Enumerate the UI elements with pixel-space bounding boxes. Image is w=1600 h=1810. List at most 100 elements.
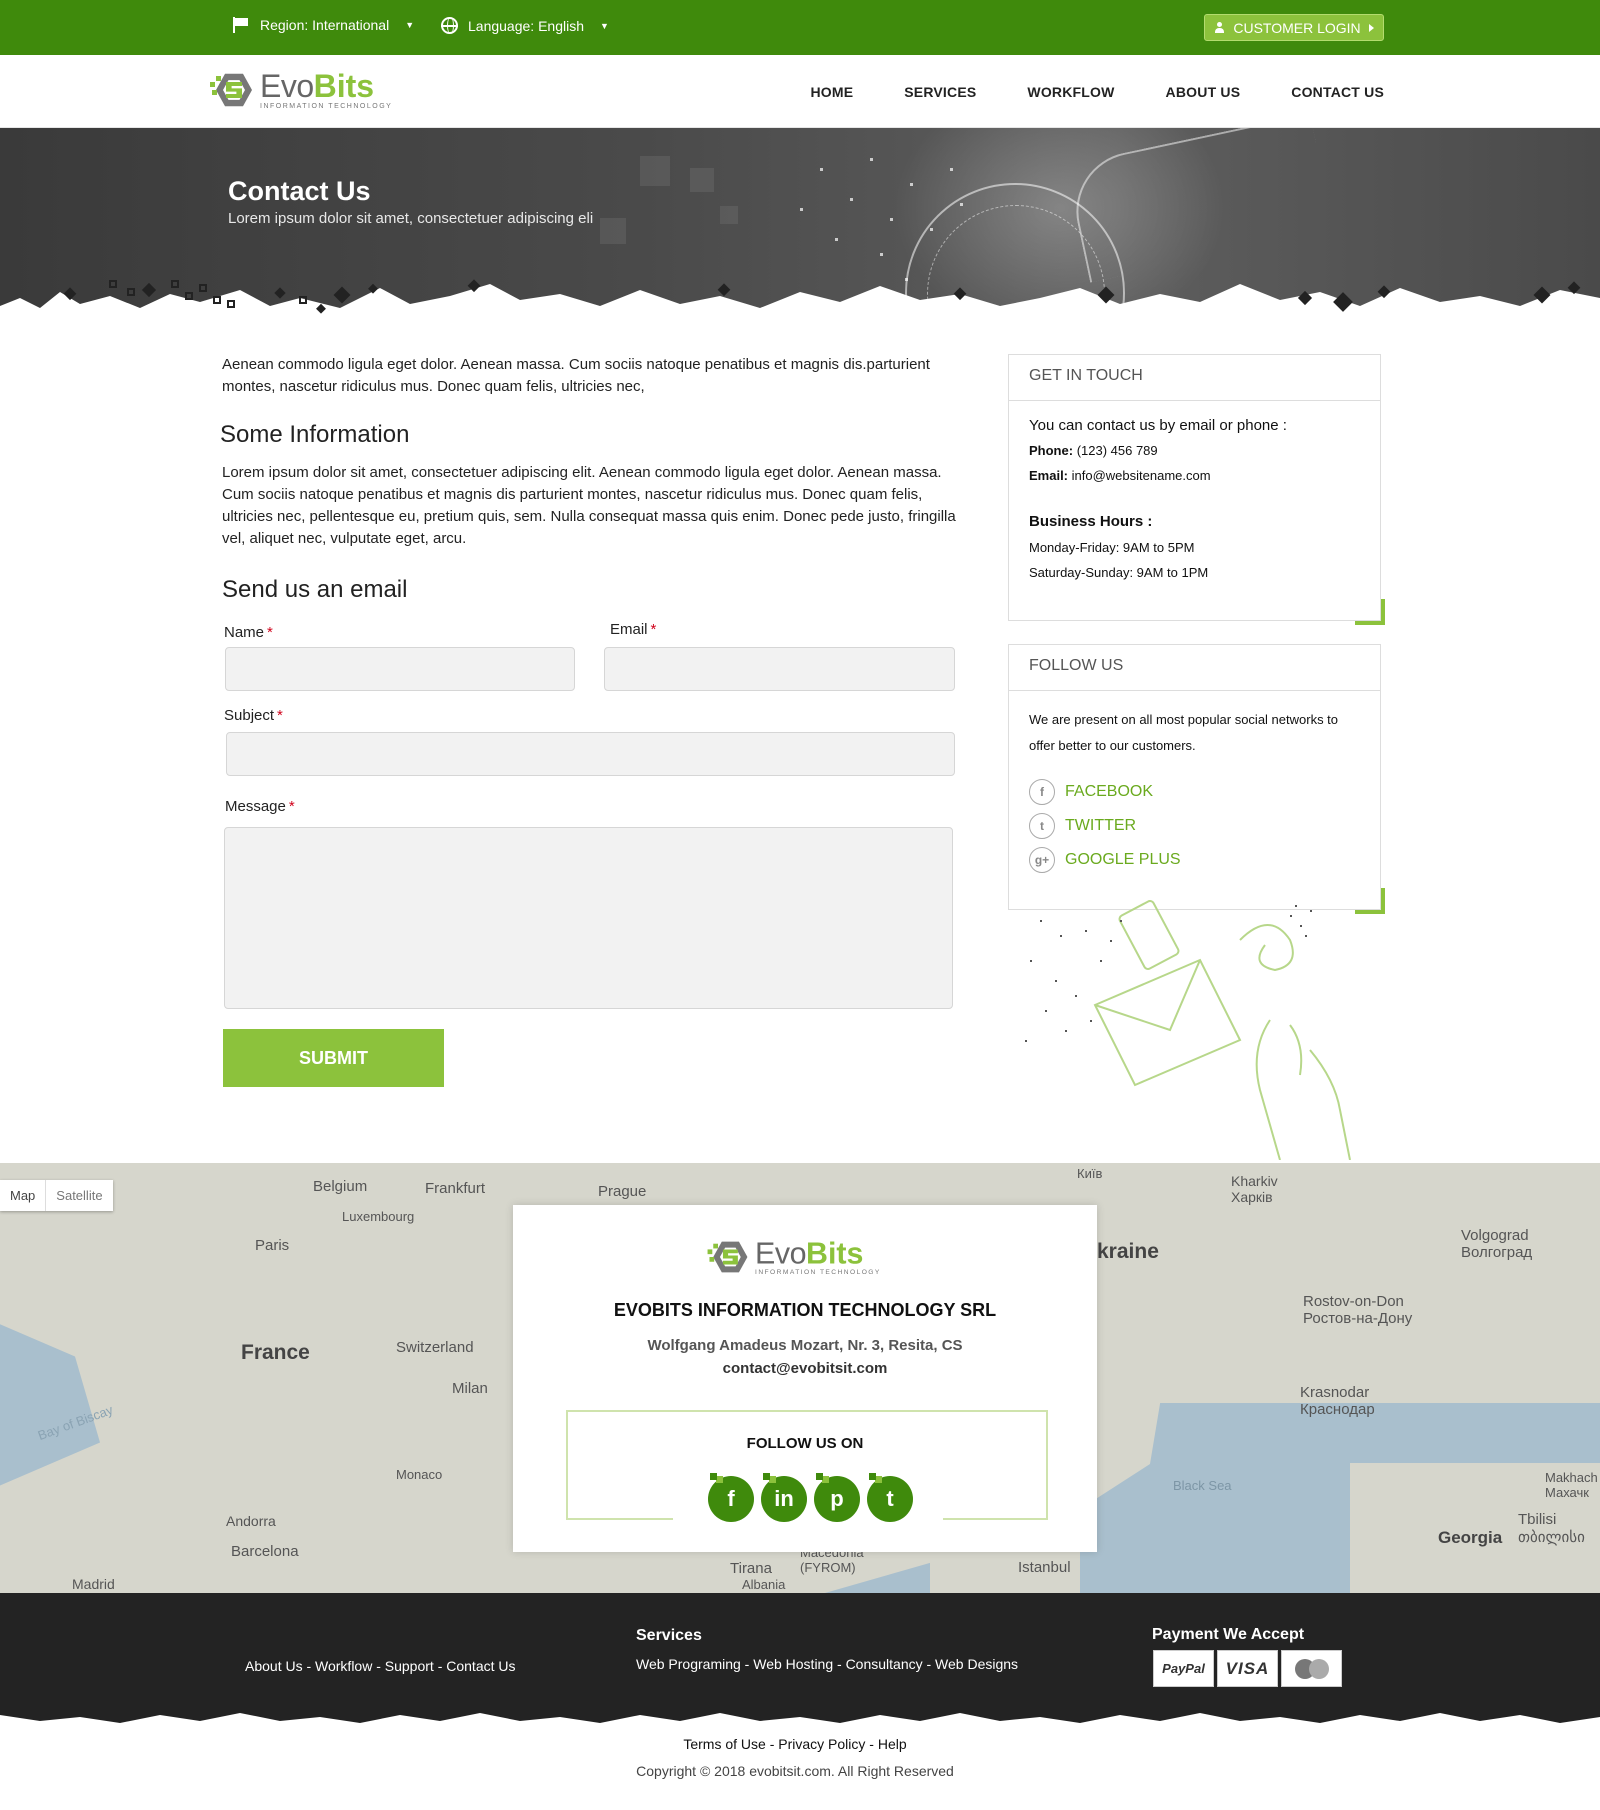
map-label: Luxembourg bbox=[342, 1209, 415, 1224]
map-label: Madrid bbox=[72, 1576, 115, 1592]
globe-icon bbox=[441, 17, 458, 34]
map-label: kraine bbox=[1097, 1240, 1159, 1263]
nav-services[interactable]: SERVICES bbox=[904, 84, 976, 100]
map-label: Milan bbox=[452, 1380, 488, 1397]
name-input[interactable] bbox=[225, 647, 575, 691]
mastercard-logo bbox=[1281, 1650, 1342, 1687]
contact-intro: You can contact us by email or phone : bbox=[1029, 417, 1287, 434]
map-label: Київ bbox=[1077, 1166, 1103, 1181]
logo-tagline: INFORMATION TECHNOLOGY bbox=[260, 103, 393, 110]
footer-pixel-edge bbox=[0, 1709, 1600, 1723]
logo-mark-icon bbox=[707, 1236, 752, 1278]
message-label: Message * bbox=[225, 798, 295, 815]
footer-links[interactable]: About Us - Workflow - Support - Contact … bbox=[245, 1658, 516, 1674]
facebook-icon: f bbox=[1029, 779, 1055, 805]
message-textarea[interactable] bbox=[224, 827, 953, 1009]
social-link-google-plus[interactable]: g+ GOOGLE PLUS bbox=[1029, 847, 1360, 873]
paypal-logo: PayPal bbox=[1153, 1650, 1214, 1687]
footer-services-links[interactable]: Web Programing - Web Hosting - Consultan… bbox=[636, 1656, 1018, 1672]
page-title: Contact Us bbox=[228, 176, 371, 206]
panel-corner-accent bbox=[1355, 599, 1385, 625]
facebook-icon[interactable]: f bbox=[708, 1473, 754, 1522]
company-name: EVOBITS INFORMATION TECHNOLOGY SRL bbox=[613, 1300, 997, 1320]
social-link-facebook[interactable]: f FACEBOOK bbox=[1029, 779, 1360, 805]
map-label: Istanbul bbox=[1018, 1559, 1071, 1576]
map-label: Frankfurt bbox=[425, 1180, 486, 1197]
map-label: Barcelona bbox=[231, 1543, 299, 1560]
map-label: Kharkiv Харків bbox=[1231, 1173, 1278, 1205]
flag-icon bbox=[232, 17, 250, 33]
name-label: Name * bbox=[224, 624, 273, 641]
logo-word-bits: Bits bbox=[313, 68, 375, 104]
nav-home[interactable]: HOME bbox=[810, 84, 853, 100]
map-label: Andorra bbox=[226, 1513, 276, 1529]
hours-weekend: Saturday-Sunday: 9AM to 1PM bbox=[1029, 565, 1209, 580]
map-label: Tbilisi თბილისი bbox=[1518, 1511, 1585, 1546]
top-bar: Region: International ▼ Language: Englis… bbox=[0, 0, 1600, 55]
map-label: Paris bbox=[255, 1237, 290, 1254]
site-logo[interactable]: EvoBits INFORMATION TECHNOLOGY bbox=[210, 68, 392, 112]
phone-row: Phone: (123) 456 789 bbox=[1029, 443, 1158, 458]
email-label: Email * bbox=[610, 621, 657, 638]
phone-value[interactable]: (123) 456 789 bbox=[1077, 443, 1158, 458]
map-label: Georgia bbox=[1438, 1528, 1503, 1547]
map-label: Rostov-on-Don Ростов-на-Дону bbox=[1303, 1293, 1413, 1327]
map-label: Volgograd Волгоград bbox=[1461, 1227, 1533, 1261]
copyright-text: Copyright © 2018 evobitsit.com. All Righ… bbox=[636, 1763, 954, 1779]
info-text: Lorem ipsum dolor sit amet, consectetuer… bbox=[222, 464, 956, 547]
hours-weekday: Monday-Friday: 9AM to 5PM bbox=[1029, 540, 1195, 555]
form-heading: Send us an email bbox=[222, 576, 408, 603]
customer-login-label: CUSTOMER LOGIN bbox=[1233, 19, 1361, 36]
mastercard-icon bbox=[1293, 1658, 1331, 1679]
company-email[interactable]: contact@evobitsit.com bbox=[513, 1360, 1097, 1377]
page-subtitle: Lorem ipsum dolor sit amet, consectetuer… bbox=[228, 210, 594, 227]
follow-us-on-label: FOLLOW US ON bbox=[746, 1435, 864, 1452]
nav-contact-us[interactable]: CONTACT US bbox=[1291, 84, 1384, 100]
company-address: Wolfgang Amadeus Mozart, Nr. 3, Resita, … bbox=[647, 1337, 963, 1354]
subject-label: Subject * bbox=[224, 707, 283, 724]
region-label: Region: International bbox=[260, 17, 390, 33]
linkedin-icon[interactable]: in bbox=[761, 1473, 807, 1522]
map-label: Makhach Махачк bbox=[1545, 1470, 1598, 1500]
region-selector[interactable]: Region: International ▼ bbox=[232, 17, 414, 33]
payment-title: Payment We Accept bbox=[1152, 1626, 1305, 1643]
nav-about-us[interactable]: ABOUT US bbox=[1166, 84, 1241, 100]
company-card: EvoBits INFORMATION TECHNOLOGY EVOBITS I… bbox=[513, 1205, 1097, 1552]
visa-logo: VISA bbox=[1217, 1650, 1278, 1687]
intro-text: Aenean commodo ligula eget dolor. Aenean… bbox=[222, 356, 930, 395]
info-heading: Some Information bbox=[220, 421, 410, 448]
map-type-toggle: Map Satellite bbox=[0, 1180, 113, 1211]
pixel-scatter-decoration bbox=[63, 279, 1581, 314]
logo-word-evo: Evo bbox=[260, 68, 314, 104]
main-nav: HOME SERVICES WORKFLOW ABOUT US CONTACT … bbox=[810, 84, 1384, 100]
pinterest-icon[interactable]: p bbox=[814, 1473, 860, 1522]
map-label: Prague bbox=[598, 1183, 647, 1200]
chevron-down-icon: ▼ bbox=[600, 20, 609, 31]
get-in-touch-panel: GET IN TOUCH You can contact us by email… bbox=[1008, 354, 1385, 625]
footer-services-title: Services bbox=[636, 1627, 702, 1644]
map-label: France bbox=[241, 1341, 310, 1364]
subject-input[interactable] bbox=[226, 732, 955, 776]
google-plus-icon: g+ bbox=[1029, 847, 1055, 873]
email-input[interactable] bbox=[604, 647, 955, 691]
language-selector[interactable]: Language: English ▼ bbox=[441, 17, 609, 34]
site-footer: About Us - Workflow - Support - Contact … bbox=[0, 1593, 1600, 1709]
map-toggle-satellite[interactable]: Satellite bbox=[45, 1180, 112, 1211]
map-label: Albania bbox=[742, 1577, 786, 1592]
map-toggle-map[interactable]: Map bbox=[0, 1180, 45, 1211]
card-logo: EvoBits INFORMATION TECHNOLOGY bbox=[707, 1236, 881, 1278]
business-hours-title: Business Hours : bbox=[1029, 513, 1153, 530]
map-label: Belgium bbox=[313, 1178, 368, 1195]
twitter-icon[interactable]: t bbox=[867, 1473, 913, 1522]
legal-links[interactable]: Terms of Use - Privacy Policy - Help bbox=[0, 1736, 1590, 1752]
chevron-down-icon: ▼ bbox=[405, 20, 415, 30]
user-icon bbox=[1214, 22, 1225, 33]
social-link-twitter[interactable]: t TWITTER bbox=[1029, 813, 1360, 839]
email-value[interactable]: info@websitename.com bbox=[1072, 468, 1211, 483]
follow-box-frame bbox=[566, 1410, 1048, 1521]
customer-login-button[interactable]: CUSTOMER LOGIN bbox=[1204, 14, 1384, 41]
map-label: Switzerland bbox=[396, 1339, 474, 1356]
submit-button[interactable]: SUBMIT bbox=[223, 1029, 444, 1087]
nav-workflow[interactable]: WORKFLOW bbox=[1027, 84, 1114, 100]
twitter-icon: t bbox=[1029, 813, 1055, 839]
